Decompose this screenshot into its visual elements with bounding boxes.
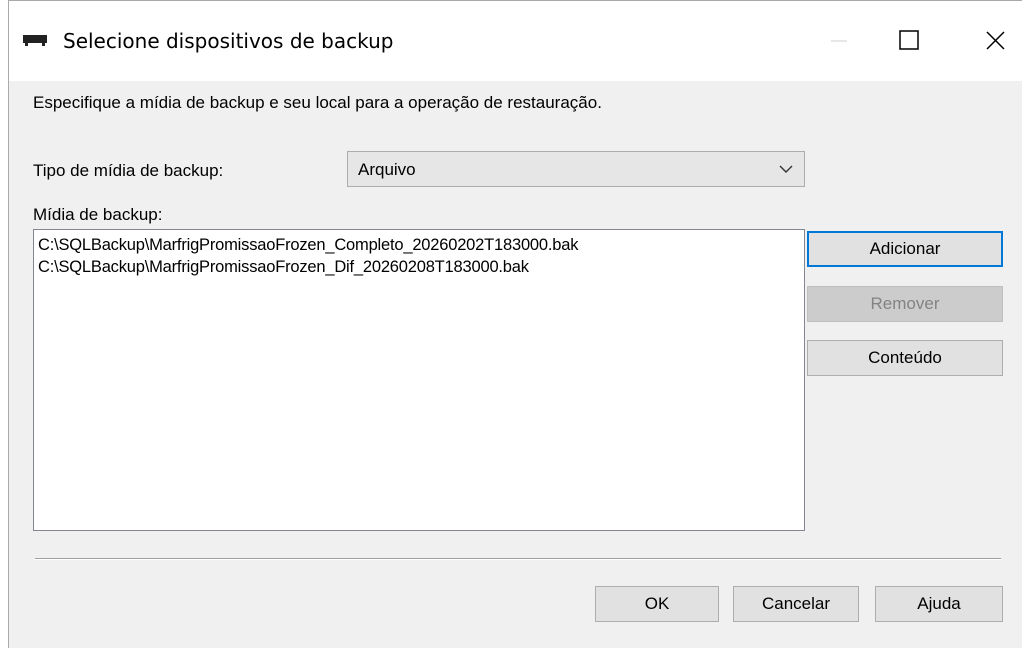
list-item[interactable]: C:\SQLBackup\MarfrigPromissaoFrozen_Comp… [38,236,578,255]
title-bar[interactable]: Selecione dispositivos de backup [9,1,1022,81]
media-type-label: Tipo de mídia de backup: [33,161,224,180]
backup-media-label: Mídia de backup: [33,205,163,224]
tape-drive-icon [23,35,47,46]
contents-button[interactable]: Conteúdo [807,340,1003,376]
maximize-icon[interactable] [877,15,937,65]
media-type-selected: Arquivo [358,160,416,179]
backup-media-list[interactable]: C:\SQLBackup\MarfrigPromissaoFrozen_Comp… [33,229,805,531]
dialog-title: Selecione dispositivos de backup [63,29,394,53]
help-button[interactable]: Ajuda [875,586,1003,622]
close-icon[interactable] [959,15,1019,65]
chevron-down-icon [779,165,793,173]
media-type-dropdown[interactable]: Arquivo [347,151,805,187]
dialog-window: Selecione dispositivos de backup Especif… [8,0,1022,648]
add-button[interactable]: Adicionar [807,231,1003,267]
separator [35,558,1001,560]
instruction-text: Especifique a mídia de backup e seu loca… [33,93,602,112]
remove-button: Remover [807,286,1003,322]
cancel-button[interactable]: Cancelar [733,586,859,622]
minimize-icon[interactable] [809,15,869,65]
ok-button[interactable]: OK [595,586,719,622]
list-item[interactable]: C:\SQLBackup\MarfrigPromissaoFrozen_Dif_… [38,258,529,277]
